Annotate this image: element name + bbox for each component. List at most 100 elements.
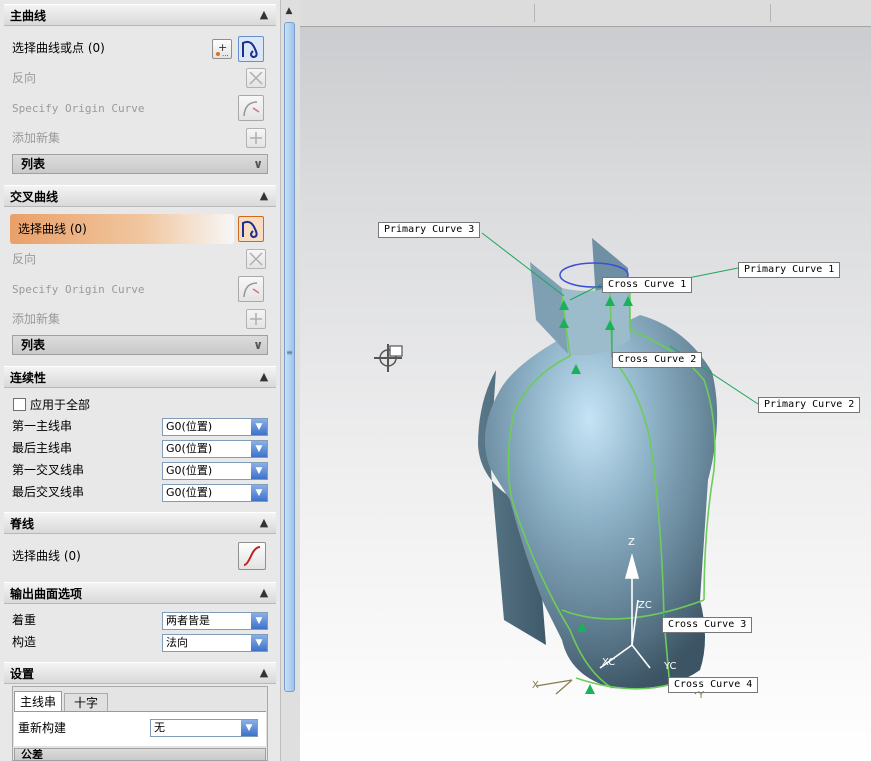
add-set-icon [250, 313, 262, 325]
select-curve-or-point-row[interactable]: 选择曲线或点 (0) [4, 34, 276, 62]
select-value: G0(位置) [166, 442, 213, 455]
section-settings-header[interactable]: 设置 ▲ [4, 662, 276, 684]
collapse-icon[interactable]: ▲ [256, 665, 272, 681]
rebuild-select[interactable]: 无 ▼ [150, 719, 258, 737]
origin-curve-button[interactable] [238, 95, 264, 121]
last-cross-select[interactable]: G0(位置) ▼ [162, 484, 268, 502]
add-set-row: 添加新集 [4, 305, 276, 333]
tab-primary-string[interactable]: 主线串 [14, 691, 62, 711]
first-primary-select[interactable]: G0(位置) ▼ [162, 418, 268, 436]
construct-label: 构造 [12, 635, 37, 649]
spine-curve-icon [243, 546, 261, 566]
add-set-button[interactable] [246, 309, 266, 329]
select-spine-row[interactable]: 选择曲线 (0) [4, 542, 276, 570]
cross-list-toggle[interactable]: 列表 ∨ [12, 335, 268, 355]
continuity-label: 第一交叉线串 [12, 463, 85, 477]
origin-curve-button[interactable] [238, 276, 264, 302]
origin-curve-row: Specify Origin Curve [4, 95, 276, 123]
reverse-button[interactable] [246, 68, 266, 88]
select-cross-curve-row[interactable]: 选择曲线 (0) [10, 214, 234, 244]
dropdown-arrow-icon: ▼ [251, 613, 267, 629]
scroll-grip-icon: ≡ [286, 348, 293, 357]
select-label: 选择曲线 (0) [18, 222, 87, 236]
apply-all-checkbox[interactable] [13, 398, 26, 411]
section-spine-header[interactable]: 脊线 ▲ [4, 512, 276, 534]
reverse-arrows-icon [249, 252, 263, 266]
dropdown-arrow-icon: ▼ [251, 635, 267, 651]
tab-cross[interactable]: 十字 [64, 693, 108, 711]
tolerance-label: 公差 [21, 748, 43, 761]
model-scene [374, 232, 759, 695]
add-set-button[interactable] [246, 128, 266, 148]
collapse-icon[interactable]: ▲ [256, 188, 272, 204]
add-set-label: 添加新集 [12, 312, 61, 326]
axis-label-xc: XC [602, 657, 616, 668]
label-primary-curve-2[interactable]: Primary Curve 2 [758, 397, 861, 413]
last-primary-select[interactable]: G0(位置) ▼ [162, 440, 268, 458]
collapse-icon[interactable]: ▲ [256, 585, 272, 601]
origin-curve-row: Specify Origin Curve [4, 276, 276, 304]
emphasis-label: 着重 [12, 613, 37, 627]
chevron-down-icon: ∨ [253, 157, 263, 171]
tolerance-bar[interactable]: 公差 [14, 748, 266, 761]
origin-curve-icon [243, 101, 260, 117]
select-value: 两者皆是 [166, 614, 210, 627]
collapse-icon[interactable]: ▲ [256, 7, 272, 23]
select-value: G0(位置) [166, 420, 213, 433]
section-title: 交叉曲线 [10, 190, 59, 204]
axis-label-y: Y [698, 690, 705, 701]
section-title: 连续性 [10, 371, 47, 385]
add-set-icon [250, 132, 262, 144]
graphics-viewport[interactable]: Primary Curve 3 Primary Curve 1 Cross Cu… [300, 0, 871, 761]
point-plus-icon: +... [216, 41, 229, 58]
reverse-row: 反向 [4, 245, 276, 273]
dropdown-arrow-icon: ▼ [251, 463, 267, 479]
section-primary-header[interactable]: 主曲线 ▲ [4, 4, 276, 26]
svg-text:...: ... [222, 50, 229, 58]
apply-all-label: 应用于全部 [30, 398, 91, 412]
select-value: 法向 [166, 636, 188, 649]
origin-label: Specify Origin Curve [12, 102, 145, 115]
axis-label-z: Z [628, 537, 635, 548]
construct-select[interactable]: 法向 ▼ [162, 634, 268, 652]
neck-face [562, 282, 630, 356]
cross-curve-select-button[interactable] [238, 216, 264, 242]
dropdown-arrow-icon: ▼ [251, 419, 267, 435]
reverse-label: 反向 [12, 252, 37, 266]
scroll-up-icon[interactable]: ▲ [283, 6, 295, 18]
dialog-panel: 主曲线 ▲ 选择曲线或点 (0) +... 反向 Specify Origin … [0, 0, 280, 761]
select-value: G0(位置) [166, 464, 213, 477]
section-title: 设置 [10, 667, 35, 681]
label-primary-curve-1[interactable]: Primary Curve 1 [738, 262, 841, 278]
select-label: 选择曲线 (0) [12, 549, 81, 563]
axis-label-zc: ZC [638, 600, 652, 611]
select-value: 无 [154, 721, 165, 734]
dropdown-arrow-icon: ▼ [251, 441, 267, 457]
reverse-row: 反向 [4, 64, 276, 92]
section-output-header[interactable]: 输出曲面选项 ▲ [4, 582, 276, 604]
section-title: 主曲线 [10, 9, 47, 23]
point-dialog-button[interactable]: +... [212, 39, 232, 59]
panel-scrollbar[interactable]: ≡ [284, 22, 295, 692]
curve-icon [242, 220, 258, 239]
reverse-button[interactable] [246, 249, 266, 269]
axis-label-yc: YC [664, 661, 677, 672]
collapse-icon[interactable]: ▲ [256, 369, 272, 385]
label-primary-curve-3[interactable]: Primary Curve 3 [378, 222, 481, 238]
first-cross-select[interactable]: G0(位置) ▼ [162, 462, 268, 480]
section-cross-header[interactable]: 交叉曲线 ▲ [4, 185, 276, 207]
emphasis-select[interactable]: 两者皆是 ▼ [162, 612, 268, 630]
add-set-label: 添加新集 [12, 131, 61, 145]
label-cross-curve-3[interactable]: Cross Curve 3 [662, 617, 753, 633]
list-label: 列表 [21, 157, 46, 171]
primary-list-toggle[interactable]: 列表 ∨ [12, 154, 268, 174]
curve-select-button[interactable] [238, 36, 264, 62]
label-cross-curve-4[interactable]: Cross Curve 4 [668, 677, 759, 693]
chevron-down-icon: ∨ [253, 338, 263, 352]
collapse-icon[interactable]: ▲ [256, 515, 272, 531]
reverse-label: 反向 [12, 71, 37, 85]
label-cross-curve-2[interactable]: Cross Curve 2 [612, 352, 703, 368]
spine-select-button[interactable] [238, 542, 266, 570]
label-cross-curve-1[interactable]: Cross Curve 1 [602, 277, 693, 293]
section-continuity-header[interactable]: 连续性 ▲ [4, 366, 276, 388]
